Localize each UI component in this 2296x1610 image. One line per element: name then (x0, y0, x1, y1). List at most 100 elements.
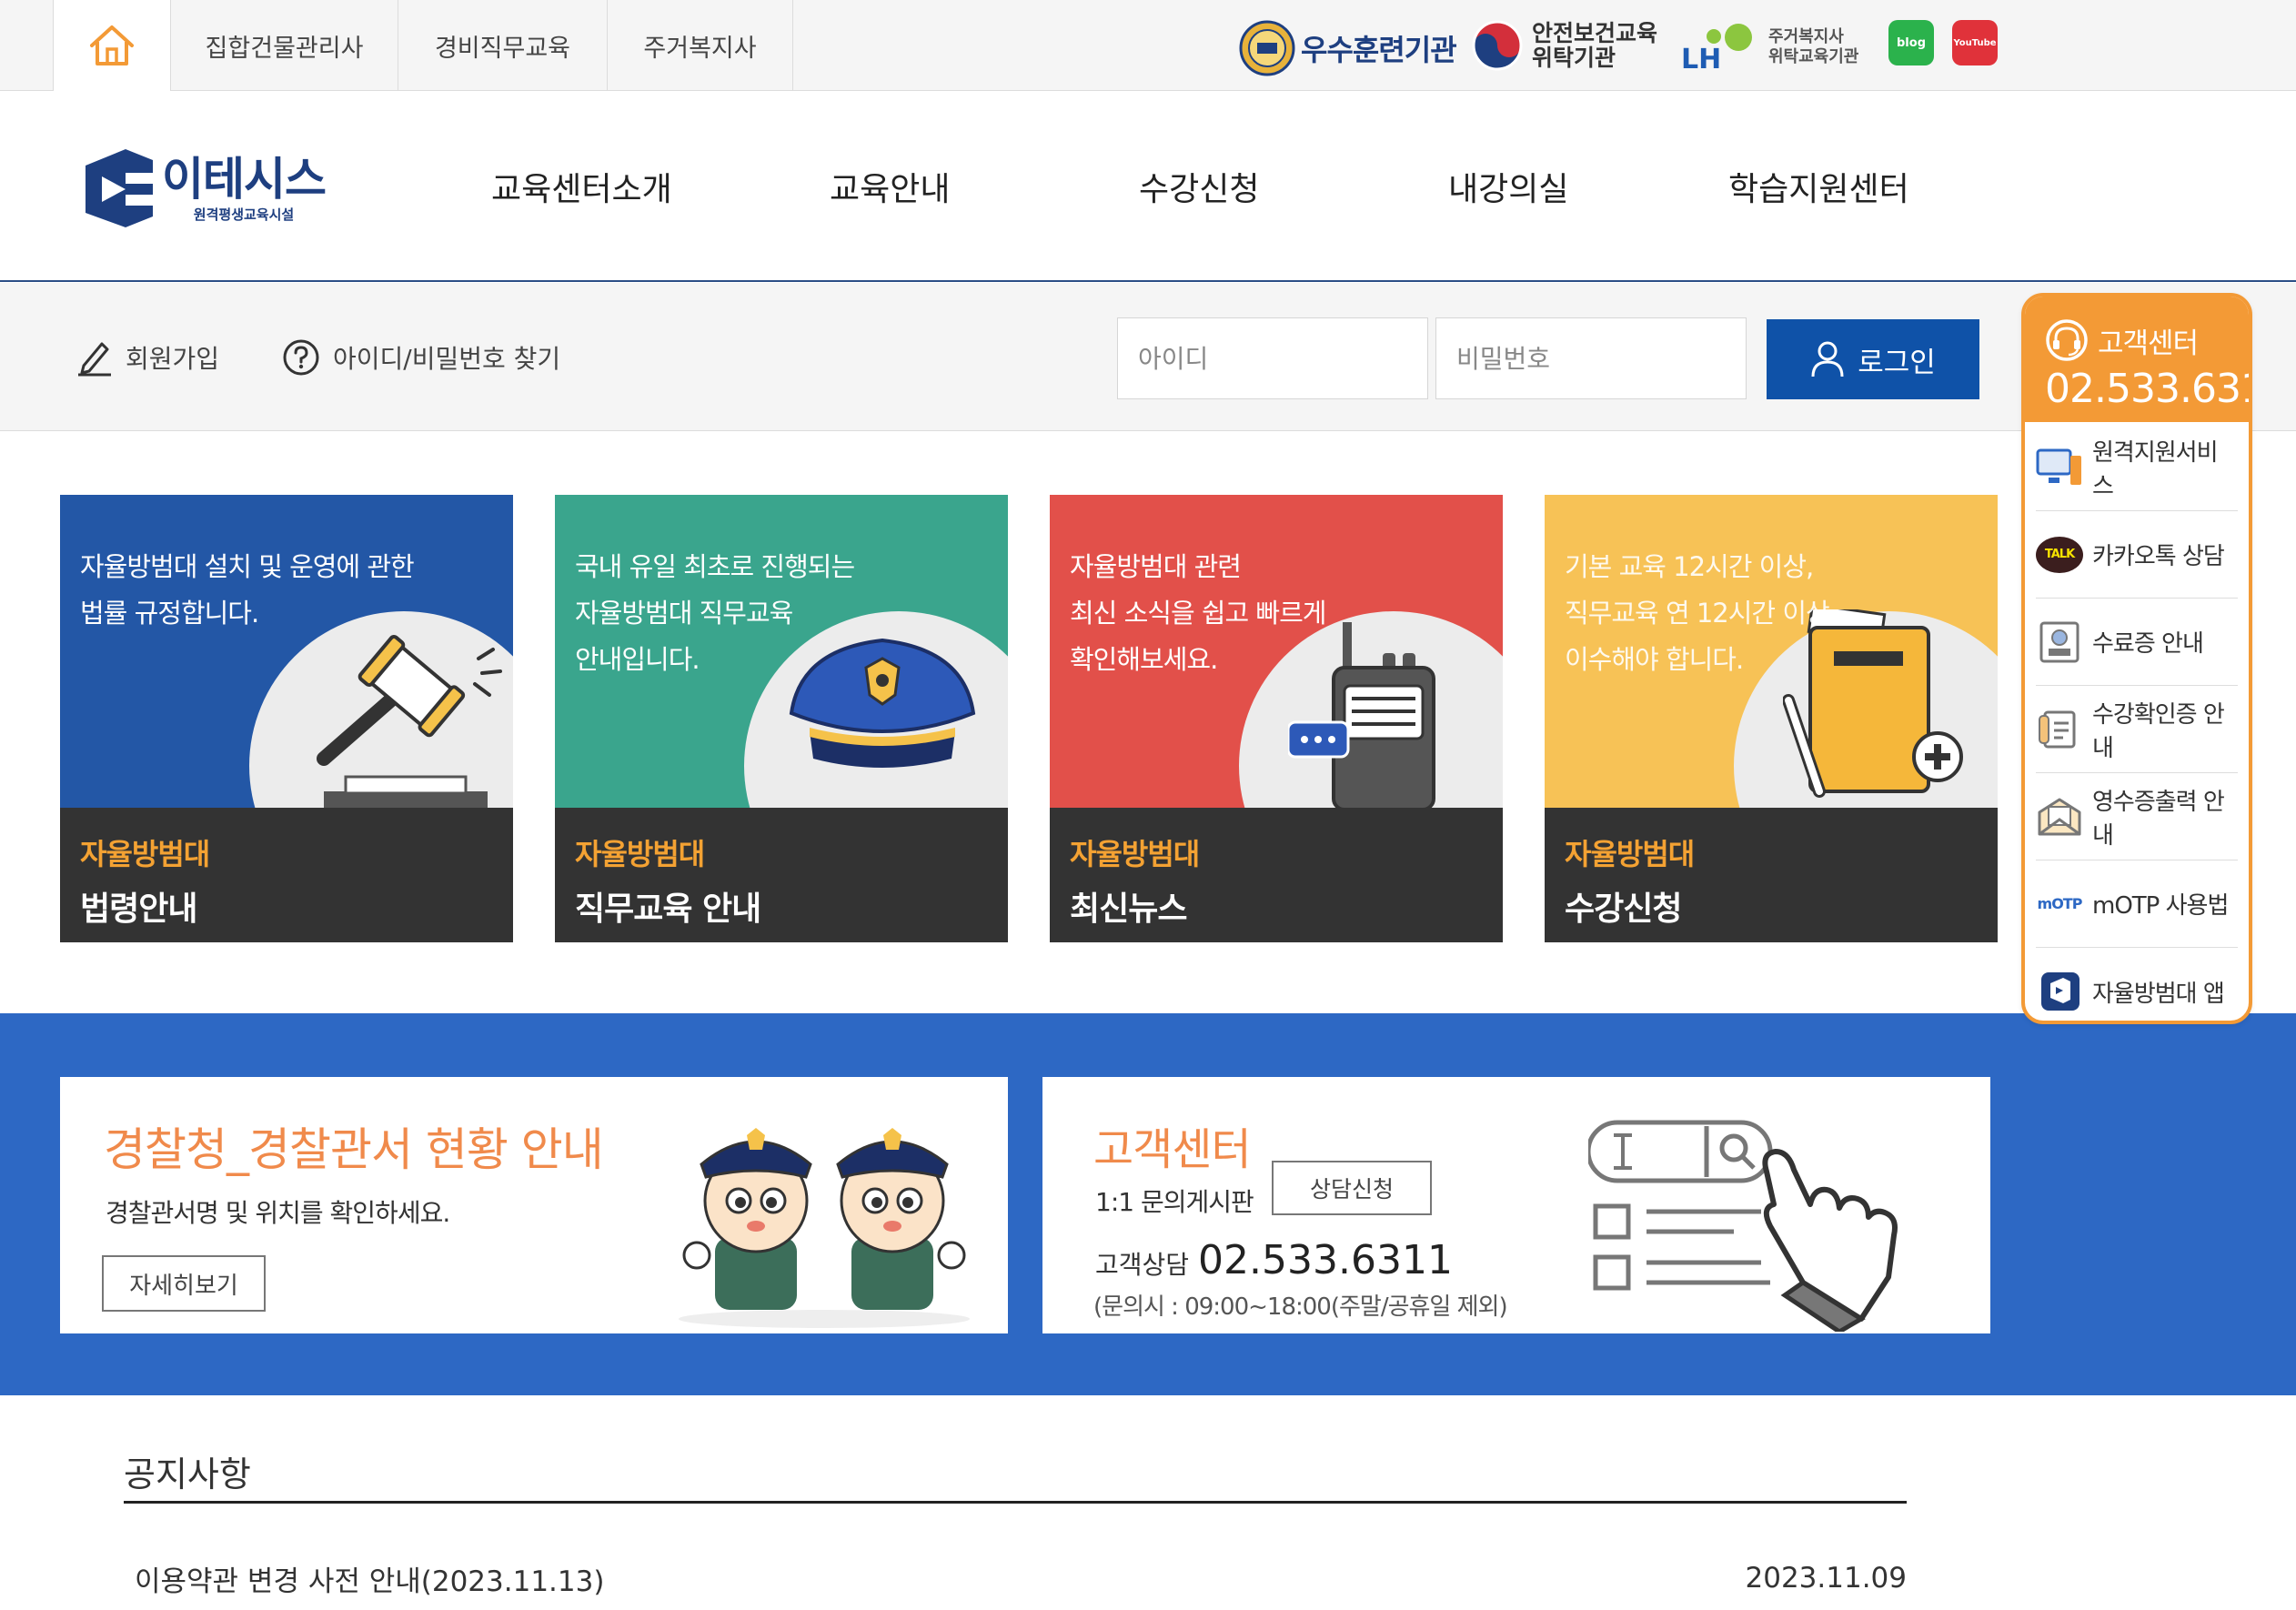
receipt-icon (2036, 796, 2083, 838)
youtube-link[interactable]: YouTube (1952, 20, 1998, 65)
find-account-link[interactable]: 아이디/비밀번호 찾기 (282, 283, 560, 431)
toplink-housing-welfare[interactable]: 주거복지사 (608, 0, 793, 91)
nav-education-info[interactable]: 교육안내 (830, 91, 950, 282)
gavel-icon (287, 631, 506, 813)
logo-text: 이테시스 (162, 152, 327, 206)
notice-section-title: 공지사항 (124, 1454, 251, 1494)
sidebar-item-enrollment-confirmation[interactable]: 수강확인증 안내 (2036, 686, 2238, 773)
sidebar-item-label: 수료증 안내 (2092, 630, 2204, 658)
taeguk-icon (1472, 20, 1523, 71)
cs-box-title: 고객센터 (1093, 1124, 1252, 1175)
main-header: 이테시스 원격평생교육시설 교육센터소개 교육안내 수강신청 내강의실 학습지원… (0, 91, 2296, 282)
youtube-icon: YouTube (1952, 20, 1998, 65)
excellent-seal-icon (1239, 20, 1295, 76)
signup-link[interactable]: 회원가입 (76, 283, 219, 431)
card-bottom: 자율방범대 법령안내 (60, 808, 513, 942)
card-bottom: 자율방범대 직무교육 안내 (555, 808, 1008, 942)
police-station-box[interactable]: 경찰청_경찰관서 현황 안내 경찰관서명 및 위치를 확인하세요. 자세히보기 (60, 1077, 1008, 1333)
sidebar-item-label: 원격지원서비스 (2092, 438, 2219, 500)
password-input[interactable] (1435, 317, 1747, 399)
nav-center-intro[interactable]: 교육센터소개 (491, 91, 672, 282)
card-title: 수강신청 (1565, 891, 1682, 928)
card-description: 자율방범대 설치 및 운영에 관한 법률 규정합니다. (80, 551, 415, 629)
cs-phone-row: 고객상담 02.533.6311 (1095, 1237, 1453, 1283)
card-category: 자율방범대 (80, 837, 210, 871)
sidebar-item-certificate[interactable]: 수료증 안내 (2036, 599, 2238, 686)
toplink-building-manager[interactable]: 집합건물관리사 (171, 0, 398, 91)
sidebar-item-receipt[interactable]: 영수증출력 안내 (2036, 773, 2238, 860)
card-job-training[interactable]: 국내 유일 최초로 진행되는 자율방범대 직무교육 안내입니다. 자율방범대 직무교… (555, 495, 1008, 942)
lh-logo: LH (1681, 20, 1761, 75)
sidebar-header: 고객센터 02.533.6311 (2025, 297, 2249, 422)
card-law-guide[interactable]: 자율방범대 설치 및 운영에 관한 법률 규정합니다. 자율방범대 법령안내 (60, 495, 513, 942)
blog-link[interactable]: blog (1888, 20, 1934, 65)
blog-icon: blog (1888, 20, 1934, 65)
card-latest-news[interactable]: 자율방범대 관련 최신 소식을 쉽고 빠르게 확인해보세요. 자율방범대 최신뉴스 (1050, 495, 1503, 942)
login-label: 로그인 (1858, 346, 1936, 378)
login-bar: 회원가입 아이디/비밀번호 찾기 로그인 (0, 283, 2296, 431)
top-bar: 집합건물관리사 경비직무교육 주거복지사 우수훈련기관 안전보건교육 위탁기관 (0, 0, 2296, 91)
card-description: 국내 유일 최초로 진행되는 자율방범대 직무교육 안내입니다. (575, 551, 855, 675)
toplink-label: 경비직무교육 (434, 34, 571, 63)
search-hand-icon (1588, 1117, 1970, 1332)
safety-line2: 위탁기관 (1532, 45, 1616, 71)
safety-line1: 안전보건교육 (1532, 20, 1658, 46)
info-band: 경찰청_경찰관서 현황 안내 경찰관서명 및 위치를 확인하세요. 자세히보기 (0, 1013, 2296, 1395)
card-course-registration[interactable]: 기본 교육 12시간 이상, 직무교육 연 12시간 이상 이수해야 합니다. 자율… (1545, 495, 1998, 942)
card-description: 기본 교육 12시간 이상, 직무교육 연 12시간 이상 이수해야 합니다. (1565, 551, 1830, 675)
sidebar-item-motp[interactable]: mOTP mOTP 사용법 (2036, 860, 2238, 948)
sidebar-title-row: 고객센터 (2045, 318, 2199, 362)
notice-divider (124, 1501, 1907, 1504)
app-icon (2036, 971, 2083, 1012)
login-button[interactable]: 로그인 (1767, 319, 1979, 399)
sidebar-item-kakao[interactable]: TALK 카카오톡 상담 (2036, 511, 2238, 599)
sidebar-item-label: 자율방범대 앱 (2092, 980, 2225, 1008)
nav-my-classroom[interactable]: 내강의실 (1448, 91, 1568, 282)
card-category: 자율방범대 (1565, 837, 1695, 871)
logo-subtext: 원격평생교육시설 (193, 206, 295, 223)
sidebar-item-label: mOTP 사용법 (2092, 892, 2229, 920)
customer-center-box: 고객센터 1:1 문의게시판 상담신청 고객상담 02.533.6311 (문의… (1042, 1077, 1990, 1333)
home-icon (88, 24, 136, 67)
notice-row[interactable]: 이용약관 변경 사전 안내(2023.11.13) 2023.11.09 (124, 1555, 1907, 1601)
card-description: 자율방범대 관련 최신 소식을 쉽고 빠르게 확인해보세요. (1070, 551, 1326, 675)
nav-learning-support[interactable]: 학습지원센터 (1728, 91, 1909, 282)
excellent-training-text: 우수훈련기관 (1301, 33, 1457, 67)
sidebar-item-remote-support[interactable]: 원격지원서비스 (2036, 424, 2238, 511)
kakao-talk-icon: TALK (2036, 536, 2083, 573)
find-account-label: 아이디/비밀번호 찾기 (333, 343, 561, 374)
signup-label: 회원가입 (126, 343, 220, 374)
headset-icon (2045, 318, 2089, 362)
logo-mark-icon (86, 149, 153, 227)
toplink-label: 집합건물관리사 (205, 34, 364, 63)
customer-center-sidebar: 고객센터 02.533.6311 원격지원서비스 TALK 카카오톡 상담 수료… (2021, 293, 2252, 1024)
sidebar-item-label: 영수증출력 안내 (2092, 788, 2225, 850)
card-title: 직무교육 안내 (575, 891, 761, 928)
notice-item-title[interactable]: 이용약관 변경 사전 안내(2023.11.13) (124, 1558, 604, 1599)
card-bottom: 자율방범대 수강신청 (1545, 808, 1998, 942)
toplink-security-training[interactable]: 경비직무교육 (398, 0, 608, 91)
cs-phone-label: 고객상담 (1095, 1250, 1190, 1280)
question-icon (282, 338, 320, 377)
cs-hours: (문의시 : 09:00~18:00(주말/공휴일 제외) (1093, 1293, 1508, 1321)
police-box-title: 경찰청_경찰관서 현황 안내 (104, 1123, 604, 1176)
sidebar-phone: 02.533.6311 (2045, 366, 2249, 412)
pencil-icon (76, 338, 113, 377)
home-button[interactable] (53, 0, 171, 91)
user-icon (1810, 340, 1845, 378)
consult-request-button[interactable]: 상담신청 (1272, 1161, 1432, 1215)
cs-phone-number: 02.533.6311 (1198, 1237, 1453, 1283)
monitor-icon (2036, 447, 2083, 488)
nav-course-registration[interactable]: 수강신청 (1139, 91, 1259, 282)
lh-badge[interactable]: LH 주거복지사 위탁교육기관 (1681, 20, 1858, 75)
confirmation-icon (2036, 709, 2083, 750)
sidebar-item-app[interactable]: 자율방범대 앱 (2036, 948, 2238, 1021)
site-logo[interactable]: 이테시스 원격평생교육시설 (86, 149, 327, 227)
view-details-button[interactable]: 자세히보기 (102, 1255, 266, 1312)
safety-education-badge[interactable]: 안전보건교육 위탁기관 (1472, 20, 1657, 71)
police-mascot-icon (670, 1101, 979, 1328)
id-input[interactable] (1117, 317, 1428, 399)
card-bottom: 자율방범대 최신뉴스 (1050, 808, 1503, 942)
excellent-training-badge[interactable]: 우수훈련기관 (1239, 20, 1457, 76)
cs-board-label: 1:1 문의게시판 (1095, 1187, 1254, 1217)
